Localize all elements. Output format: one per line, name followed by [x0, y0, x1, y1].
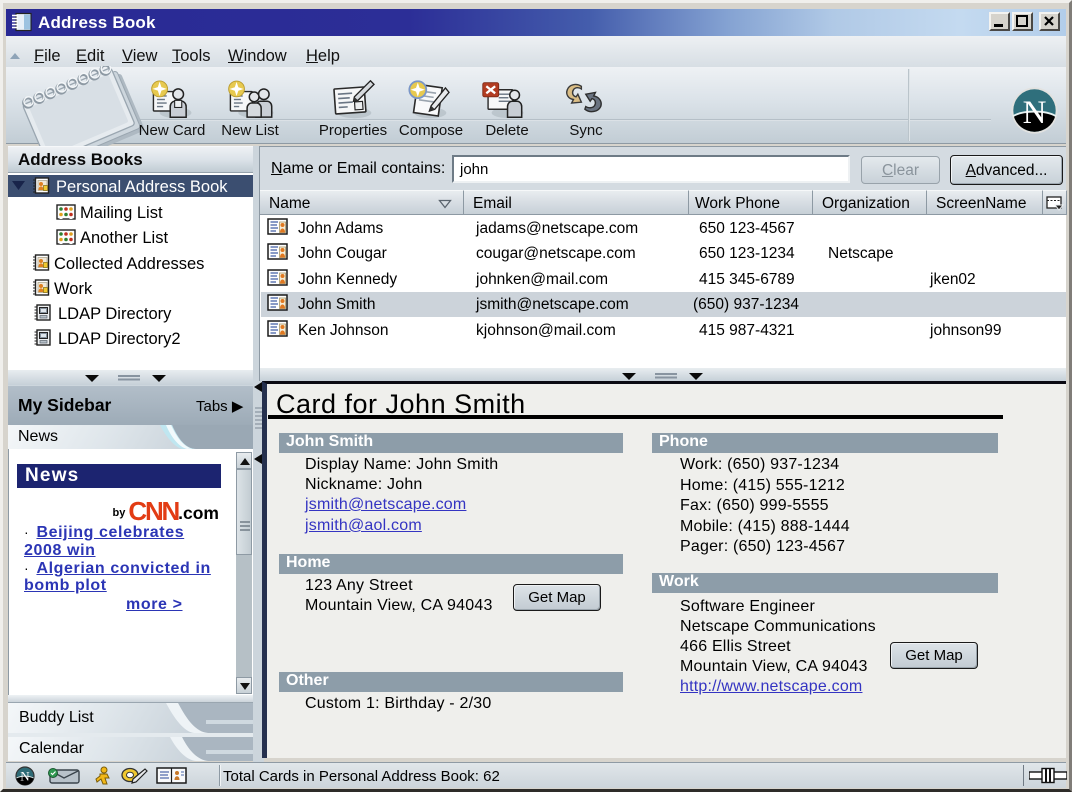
svg-text:N: N	[20, 769, 30, 784]
svg-text:N: N	[1023, 95, 1047, 131]
